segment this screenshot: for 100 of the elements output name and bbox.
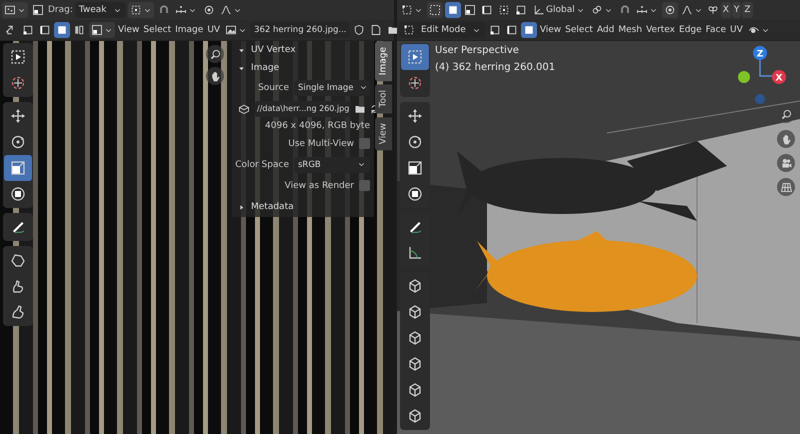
menu-item[interactable]: Vertex <box>645 22 676 38</box>
menu-item[interactable]: UV <box>206 22 222 38</box>
island-select-icon <box>73 24 85 36</box>
field-label: Color Space <box>235 160 289 170</box>
menu-item[interactable]: Select <box>564 22 594 38</box>
sidebar-tab[interactable]: View <box>375 116 392 150</box>
menu-item[interactable]: View <box>538 22 562 38</box>
grid-icon <box>780 180 792 194</box>
face-select-icon <box>522 24 535 36</box>
move-arrows-icon <box>10 108 26 124</box>
mirror-axis-toggle[interactable]: Z <box>742 2 753 18</box>
editor-type-button[interactable] <box>2 2 28 18</box>
edge-select-icon <box>506 24 518 36</box>
crosshair-icon <box>407 75 423 91</box>
dropdown-field[interactable]: sRGB <box>294 156 370 172</box>
move-arrows-icon <box>407 108 423 124</box>
axis-gizmo <box>738 46 786 104</box>
panel-header[interactable]: Image <box>232 59 374 77</box>
camera-icon <box>780 156 792 170</box>
menu-item[interactable]: Add <box>596 22 616 38</box>
menu-item[interactable]: Select <box>142 22 172 38</box>
select-mode-button[interactable] <box>520 22 537 38</box>
scale-icon <box>10 160 26 176</box>
new-image-icon <box>370 24 382 36</box>
pivot-icon <box>498 4 510 16</box>
cube-icon <box>407 304 423 320</box>
increment-icon <box>174 4 187 16</box>
menu-item[interactable]: Face <box>704 22 728 38</box>
zoom-icon <box>780 108 792 120</box>
face-select-icon <box>447 4 459 16</box>
vertex-select-icon <box>515 4 527 16</box>
folder-icon <box>387 24 400 36</box>
orientation-dropdown[interactable]: Global <box>531 2 587 18</box>
checkbox-label: View as Render <box>284 180 354 190</box>
image-name-field[interactable]: 362 herring 260.jpg... <box>251 22 350 38</box>
cube-icon <box>407 330 423 346</box>
file-icon <box>238 102 250 114</box>
cube-icon <box>407 278 423 294</box>
checkbox[interactable] <box>359 180 370 191</box>
transform-icon <box>407 186 423 202</box>
sticky-select-icon <box>32 4 44 16</box>
vertex-select-icon <box>22 24 34 36</box>
filepath-field[interactable]: //data\herr...ng 260.jpg <box>255 100 352 116</box>
edge-select-icon <box>481 4 493 16</box>
menu-item[interactable]: UV <box>729 22 744 38</box>
axes-icon <box>533 4 545 16</box>
editor-type-icon <box>4 4 16 16</box>
falloff-curve-icon <box>680 4 693 16</box>
viewport-shading-icon <box>748 24 760 36</box>
image-info-text: 4096 x 4096, RGB byte <box>265 121 370 131</box>
ruler-icon <box>407 245 423 261</box>
link-icon <box>590 4 603 16</box>
select-mode-button[interactable] <box>54 22 70 38</box>
axis-label: Z <box>756 50 764 60</box>
sidebar-tab[interactable]: Image <box>375 41 392 82</box>
mesh-mode-icon <box>401 4 413 16</box>
falloff-curve-icon <box>220 4 232 16</box>
cube-icon <box>407 382 423 398</box>
rotate-icon <box>407 134 423 150</box>
rotate-icon <box>10 134 26 150</box>
menu-item[interactable]: View <box>117 22 140 38</box>
cube-icon <box>407 408 423 424</box>
proportional-button[interactable] <box>662 2 678 18</box>
dropdown-field[interactable]: Single Image <box>294 80 370 96</box>
cube-icon <box>407 356 423 372</box>
mode-dropdown[interactable]: Edit Mode <box>399 22 485 38</box>
panel-header[interactable]: Metadata <box>232 198 374 216</box>
box-select-icon <box>429 4 441 16</box>
checkbox-label: Use Multi-View <box>288 138 354 148</box>
menu-item[interactable]: Image <box>174 22 204 38</box>
pivot-button[interactable] <box>128 2 154 18</box>
face-select-icon <box>56 24 68 36</box>
proportional-icon <box>202 4 215 16</box>
menu-item[interactable]: Edge <box>678 22 703 38</box>
viewport-info-text: User Perspective <box>435 45 520 56</box>
edge-select-icon <box>39 24 51 36</box>
zoom-icon <box>208 48 222 60</box>
scale-icon <box>407 160 423 176</box>
select-mode-button[interactable] <box>462 2 478 18</box>
box-select-button[interactable] <box>427 2 443 18</box>
menu-item[interactable]: Mesh <box>617 22 644 38</box>
increment-icon <box>636 4 648 16</box>
crosshair-icon <box>10 75 26 91</box>
mirror-axis-toggle[interactable]: Y <box>732 2 742 18</box>
sticky-select-button[interactable] <box>30 2 46 18</box>
select-mode-button[interactable] <box>445 2 461 18</box>
checkbox[interactable] <box>359 138 370 149</box>
transform-icon <box>10 186 26 202</box>
drag-label: Drag: <box>48 5 73 15</box>
pivot-icon <box>130 4 142 16</box>
shield-icon <box>353 24 366 36</box>
panel-header[interactable]: UV Vertex <box>232 41 374 59</box>
sticky-select-button[interactable] <box>89 22 115 38</box>
butterfly-icon <box>706 4 719 16</box>
mirror-axis-toggle[interactable]: X <box>720 2 731 18</box>
sidebar-tab[interactable]: Tool <box>375 84 392 114</box>
drag-mode-dropdown[interactable]: Tweak <box>74 2 126 18</box>
vertex-select-icon <box>488 24 501 36</box>
sticky-select-icon <box>91 24 103 36</box>
proportional-icon <box>664 4 676 16</box>
